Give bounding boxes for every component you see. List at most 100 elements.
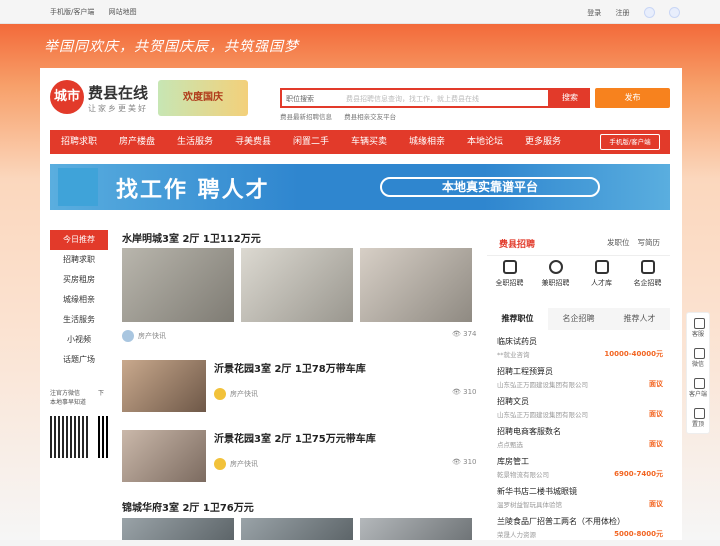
login-link[interactable]: 登录 <box>587 9 601 17</box>
nav-mobile-button[interactable]: 手机版/客户端 <box>600 134 660 150</box>
avatar <box>122 330 134 342</box>
left-nav: 今日推荐 招聘求职 买房租房 城缘相亲 生活服务 小视频 话题广场 <box>50 230 108 370</box>
nav-item[interactable]: 寻美费县 <box>224 130 282 154</box>
feed-view-count: 374 <box>463 330 477 338</box>
feed-meta: 房产快讯 <box>214 458 258 470</box>
app-icon[interactable] <box>669 7 680 18</box>
feed-views: 👁 374 <box>452 330 477 338</box>
qr-code-2 <box>98 416 108 458</box>
feed-title[interactable]: 沂景花园3室 2厅 1卫78万带车库 <box>214 360 366 375</box>
company-entry[interactable]: 名企招聘 <box>625 260 670 288</box>
job-salary: 面议 <box>649 380 663 388</box>
user-icon <box>548 260 563 274</box>
feed-source[interactable]: 房产快讯 <box>230 390 258 398</box>
job-panel-header: 费县招聘 发职位 写简历 <box>487 228 670 256</box>
fulltime-entry[interactable]: 全职招聘 <box>487 260 532 288</box>
logo-mark[interactable]: 城市 <box>50 80 84 114</box>
hot-word[interactable]: 费县最新招聘信息 <box>280 113 332 121</box>
job-item[interactable]: 招聘电商客服数名 点点甄选 面议 <box>497 426 663 456</box>
register-link[interactable]: 注册 <box>616 9 630 17</box>
feed-photo[interactable] <box>241 518 353 540</box>
job-item[interactable]: 兰陵食品厂招普工两名（不用体检） 荣晟人力资源 5000-8000元 <box>497 516 663 546</box>
feed-photo[interactable] <box>360 248 472 322</box>
nav-item[interactable]: 生活服务 <box>166 130 224 154</box>
job-list: 临床试药员 **就业咨询 10000-40000元 招聘工程预算员 山东弘正万圆建设集… <box>497 336 663 546</box>
tab-recommended-jobs[interactable]: 推荐职位 <box>487 308 548 330</box>
job-name[interactable]: 招聘工程预算员 <box>497 366 663 377</box>
nav-item[interactable]: 车辆买卖 <box>340 130 398 154</box>
ad-headline: 找工作 聘人才 <box>116 178 270 203</box>
feed-photo[interactable] <box>241 248 353 322</box>
job-name[interactable]: 新华书店二楼书城眼镜 <box>497 486 663 497</box>
left-nav-item[interactable]: 今日推荐 <box>50 230 108 250</box>
job-item[interactable]: 库房管工乾景物流有限公司 6900-7400元 <box>497 456 663 486</box>
back-to-top-button[interactable]: 置顶 <box>687 403 709 433</box>
job-panel-title[interactable]: 费县招聘 <box>499 237 535 250</box>
wechat-icon[interactable] <box>643 7 655 18</box>
job-item[interactable]: 临床试药员 **就业咨询 10000-40000元 <box>497 336 663 366</box>
publish-button[interactable]: 发布 <box>595 88 670 108</box>
job-salary: 面议 <box>649 410 663 418</box>
feed-title[interactable]: 沂景花园3室 2厅 1卫75万元带车库 <box>214 430 376 445</box>
post-job-link[interactable]: 发职位 <box>607 238 630 247</box>
left-nav-item[interactable]: 生活服务 <box>50 310 108 330</box>
feed-source[interactable]: 房产快讯 <box>230 460 258 468</box>
feed-photo[interactable] <box>360 518 472 540</box>
job-tabs: 推荐职位 名企招聘 推荐人才 <box>487 308 670 330</box>
search-input[interactable]: 费县招聘信息查询，找工作，就上费县在线 <box>346 94 479 104</box>
entry-label: 兼职招聘 <box>541 279 570 287</box>
feed-photo[interactable] <box>122 248 234 322</box>
wechat-follow-sub: 本地事早知道 <box>50 399 87 406</box>
left-nav-item[interactable]: 城缘相亲 <box>50 290 108 310</box>
feed-title[interactable]: 锦城华府3室 2厅 1卫76万元 <box>122 499 254 514</box>
job-name[interactable]: 库房管工 <box>497 456 663 467</box>
job-name[interactable]: 临床试药员 <box>497 336 663 347</box>
nav-item[interactable]: 闲置二手 <box>282 130 340 154</box>
mobile-link[interactable]: 手机版/客户端 <box>50 8 94 16</box>
ad-banner[interactable]: 找工作 聘人才 本地真实靠谱平台 <box>50 164 670 210</box>
feed-view-count: 310 <box>463 388 477 396</box>
search-category[interactable]: 职位搜索 <box>286 94 314 104</box>
feed-photo[interactable] <box>122 360 206 412</box>
client-app-button[interactable]: 客户端 <box>687 373 709 403</box>
wechat-button[interactable]: 微信 <box>687 343 709 373</box>
feed-title[interactable]: 水岸明城3室 2厅 1卫112万元 <box>122 230 261 245</box>
job-item[interactable]: 招聘文员 山东弘正万圆建设集团有限公司 面议 <box>497 396 663 426</box>
left-nav-item[interactable]: 小视频 <box>50 330 108 350</box>
job-name[interactable]: 招聘文员 <box>497 396 663 407</box>
nav-item[interactable]: 招聘求职 <box>50 130 108 154</box>
feed-views: 👁 310 <box>452 458 477 466</box>
nav-item[interactable]: 房产楼盘 <box>108 130 166 154</box>
left-nav-item[interactable]: 话题广场 <box>50 350 108 370</box>
nav-item[interactable]: 本地论坛 <box>456 130 514 154</box>
job-item[interactable]: 招聘工程预算员 山东弘正万圆建设集团有限公司 面议 <box>497 366 663 396</box>
hot-word[interactable]: 费县相亲交友平台 <box>344 113 396 121</box>
customer-service-button[interactable]: 客服 <box>687 313 709 343</box>
job-salary: 6900-7400元 <box>614 470 663 478</box>
job-name[interactable]: 兰陵食品厂招普工两名（不用体检） <box>497 516 663 527</box>
job-company: 乾景物流有限公司 <box>497 471 549 479</box>
banner-slogan: 举国同欢庆，共贺国庆辰，共筑强国梦 <box>44 39 299 55</box>
search-button[interactable]: 搜索 <box>550 88 590 108</box>
nav-item[interactable]: 城缘相亲 <box>398 130 456 154</box>
talent-entry[interactable]: 人才库 <box>579 260 624 288</box>
tab-company-jobs[interactable]: 名企招聘 <box>548 308 609 330</box>
feed-photo[interactable] <box>122 518 234 540</box>
parttime-entry[interactable]: 兼职招聘 <box>533 260 578 288</box>
search-box[interactable]: 职位搜索 费县招聘信息查询，找工作，就上费县在线 <box>280 88 550 108</box>
feed-photo[interactable] <box>122 430 206 482</box>
job-panel: 费县招聘 发职位 写简历 全职招聘 兼职招聘 人才库 名企招聘 推荐职位 名企招聘… <box>487 228 670 539</box>
feed-view-count: 310 <box>463 458 477 466</box>
left-nav-item[interactable]: 买房租房 <box>50 270 108 290</box>
feed-source[interactable]: 房产快讯 <box>138 332 166 340</box>
ad-illustration <box>58 168 98 206</box>
job-item[interactable]: 新华书店二楼书城眼镜 温罗树益智玩具体验馆 面议 <box>497 486 663 516</box>
sitemap-link[interactable]: 网站地图 <box>109 8 137 16</box>
write-resume-link[interactable]: 写简历 <box>638 238 661 247</box>
job-name[interactable]: 招聘电商客服数名 <box>497 426 663 437</box>
tab-recommended-talent[interactable]: 推荐人才 <box>609 308 670 330</box>
job-salary: 面议 <box>649 500 663 508</box>
nav-item[interactable]: 更多服务 <box>514 130 572 154</box>
entry-label: 名企招聘 <box>633 279 662 287</box>
left-nav-item[interactable]: 招聘求职 <box>50 250 108 270</box>
